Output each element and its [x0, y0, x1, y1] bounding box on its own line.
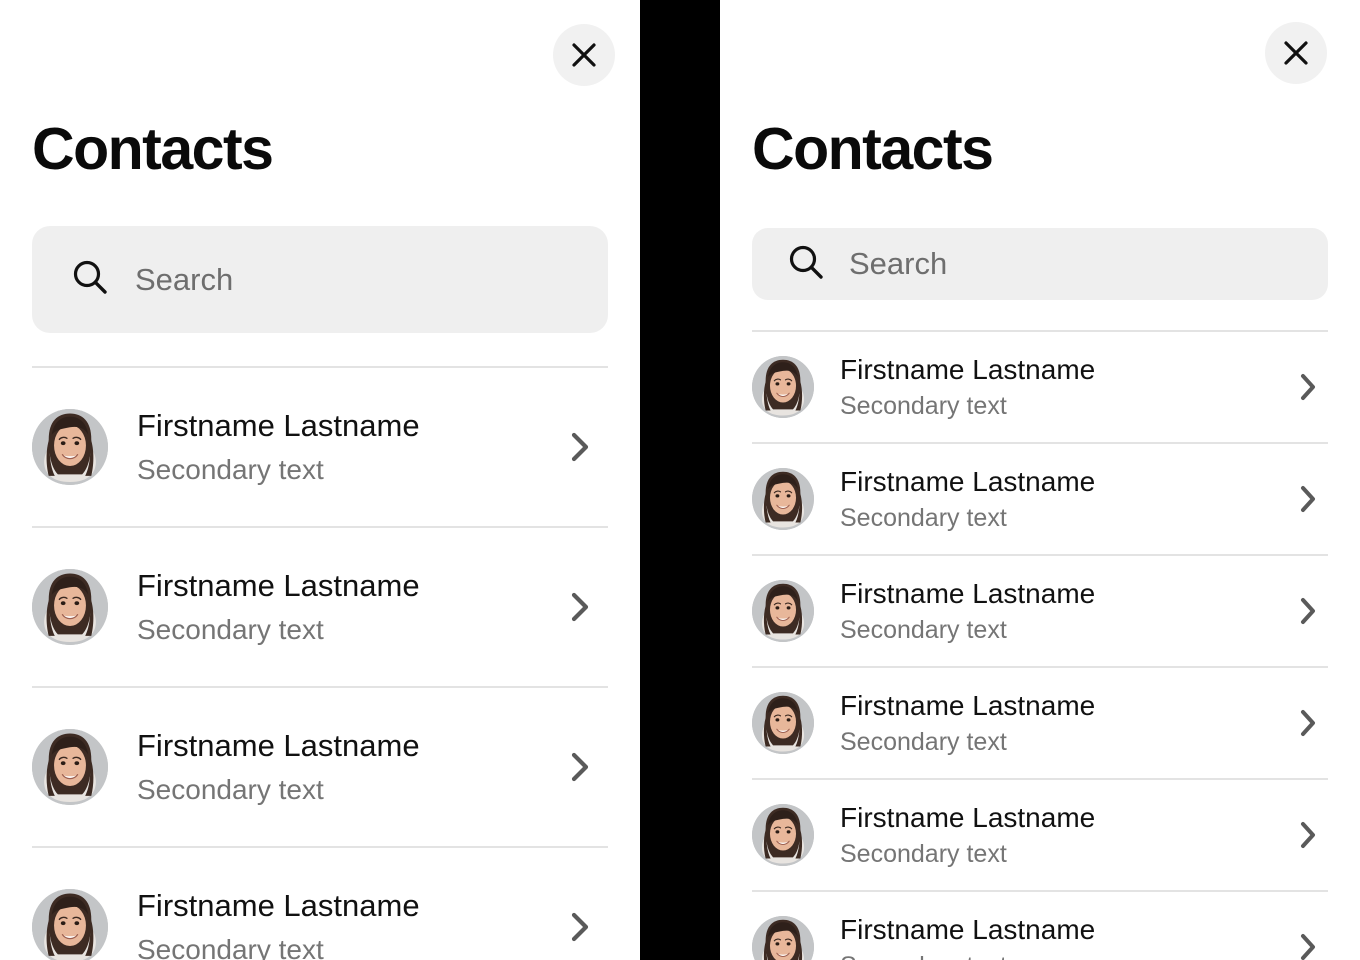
contact-text: Firstname Lastname Secondary text: [840, 466, 1280, 533]
contact-text: Firstname Lastname Secondary text: [137, 728, 550, 807]
close-button[interactable]: [553, 24, 615, 86]
contact-name: Firstname Lastname: [840, 577, 1096, 609]
search-icon: [786, 242, 826, 287]
contact-list-item[interactable]: Firstname Lastname Secondary text: [32, 846, 608, 960]
avatar: [752, 468, 814, 530]
chevron-right-icon[interactable]: [1290, 931, 1326, 960]
avatar: [752, 692, 814, 754]
search-placeholder: Search: [135, 261, 234, 297]
contact-list-item[interactable]: Firstname Lastname Secondary text: [752, 330, 1328, 442]
contact-name: Firstname Lastname: [840, 465, 1096, 497]
contact-list-item[interactable]: Firstname Lastname Secondary text: [752, 666, 1328, 778]
contact-text: Firstname Lastname Secondary text: [840, 354, 1280, 421]
contact-list-item[interactable]: Firstname Lastname Secondary text: [32, 366, 608, 526]
search-field[interactable]: Search: [32, 226, 608, 333]
panel-divider-gutter: [640, 0, 720, 960]
close-icon: [1281, 38, 1311, 68]
chevron-right-icon[interactable]: [560, 430, 600, 464]
chevron-right-icon[interactable]: [1290, 707, 1326, 739]
contacts-panel-right: Contacts Search Firstname Lastname Secon…: [720, 0, 1360, 960]
contact-secondary-text: Secondary text: [137, 774, 324, 806]
contact-list-item[interactable]: Firstname Lastname Secondary text: [752, 442, 1328, 554]
avatar: [752, 580, 814, 642]
avatar: [752, 916, 814, 960]
page-title: Contacts: [752, 116, 994, 182]
contact-text: Firstname Lastname Secondary text: [840, 914, 1280, 960]
avatar: [752, 804, 814, 866]
contact-name: Firstname Lastname: [137, 727, 420, 763]
chevron-right-icon[interactable]: [1290, 483, 1326, 515]
contact-list-item[interactable]: Firstname Lastname Secondary text: [752, 554, 1328, 666]
contacts-comparison-screen: Contacts Search Firstname Lastname Secon…: [0, 0, 1360, 960]
avatar: [32, 889, 108, 960]
contact-list: Firstname Lastname Secondary text Firstn…: [32, 366, 608, 960]
contact-secondary-text: Secondary text: [840, 839, 1007, 868]
contact-text: Firstname Lastname Secondary text: [137, 408, 550, 487]
search-field[interactable]: Search: [752, 228, 1328, 300]
contact-secondary-text: Secondary text: [840, 503, 1007, 532]
contact-text: Firstname Lastname Secondary text: [840, 578, 1280, 645]
contact-text: Firstname Lastname Secondary text: [137, 568, 550, 647]
close-button[interactable]: [1265, 22, 1327, 84]
chevron-right-icon[interactable]: [1290, 371, 1326, 403]
contact-list-item[interactable]: Firstname Lastname Secondary text: [752, 778, 1328, 890]
chevron-right-icon[interactable]: [560, 750, 600, 784]
chevron-right-icon[interactable]: [1290, 819, 1326, 851]
contact-secondary-text: Secondary text: [137, 614, 324, 646]
avatar: [32, 409, 108, 485]
contact-text: Firstname Lastname Secondary text: [840, 802, 1280, 869]
avatar: [32, 729, 108, 805]
contact-secondary-text: Secondary text: [137, 934, 324, 960]
contact-secondary-text: Secondary text: [840, 391, 1007, 420]
contact-name: Firstname Lastname: [840, 353, 1096, 385]
contact-name: Firstname Lastname: [840, 913, 1096, 945]
contact-list-item[interactable]: Firstname Lastname Secondary text: [752, 890, 1328, 960]
contact-list-item[interactable]: Firstname Lastname Secondary text: [32, 526, 608, 686]
contact-name: Firstname Lastname: [137, 407, 420, 443]
contact-secondary-text: Secondary text: [137, 454, 324, 486]
contact-list: Firstname Lastname Secondary text Firstn…: [752, 330, 1328, 960]
contact-name: Firstname Lastname: [840, 689, 1096, 721]
avatar: [752, 356, 814, 418]
contact-name: Firstname Lastname: [137, 887, 420, 923]
contact-name: Firstname Lastname: [840, 801, 1096, 833]
contact-text: Firstname Lastname Secondary text: [840, 690, 1280, 757]
contact-secondary-text: Secondary text: [840, 615, 1007, 644]
contact-text: Firstname Lastname Secondary text: [137, 888, 550, 960]
page-title: Contacts: [32, 116, 274, 182]
search-placeholder: Search: [849, 246, 948, 281]
contact-name: Firstname Lastname: [137, 567, 420, 603]
close-icon: [569, 40, 599, 70]
chevron-right-icon[interactable]: [560, 910, 600, 944]
contact-list-item[interactable]: Firstname Lastname Secondary text: [32, 686, 608, 846]
contacts-panel-left: Contacts Search Firstname Lastname Secon…: [0, 0, 640, 960]
chevron-right-icon[interactable]: [1290, 595, 1326, 627]
search-icon: [70, 257, 110, 302]
avatar: [32, 569, 108, 645]
contact-secondary-text: Secondary text: [840, 727, 1007, 756]
contact-secondary-text: Secondary text: [840, 952, 1280, 960]
chevron-right-icon[interactable]: [560, 590, 600, 624]
